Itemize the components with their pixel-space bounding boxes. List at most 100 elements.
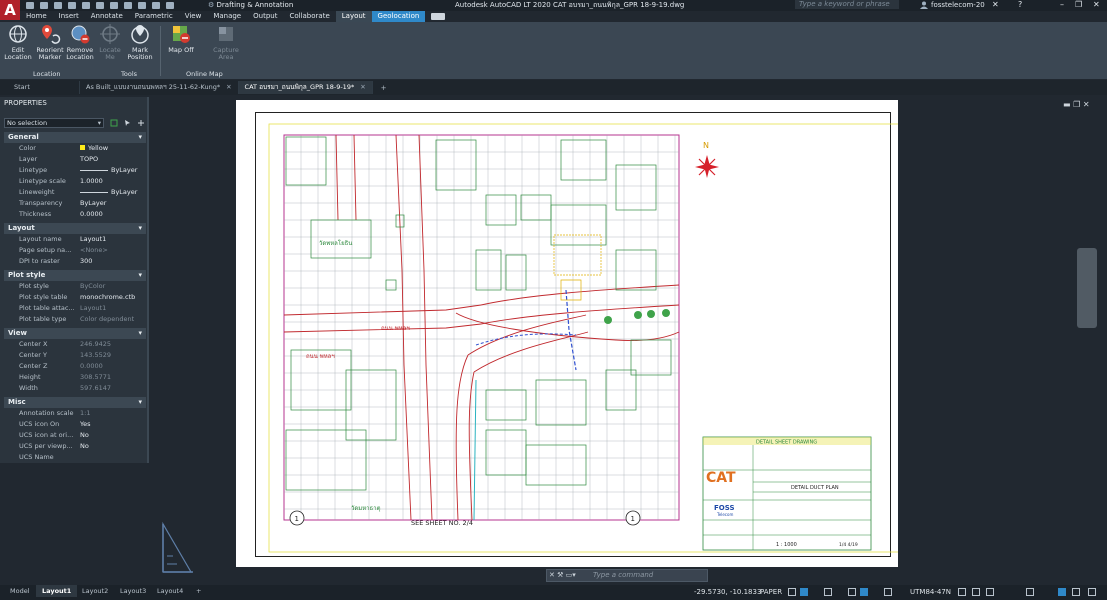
autocad-logo[interactable]: A (0, 0, 20, 20)
layout-tab-model[interactable]: Model (4, 585, 36, 597)
prop-row[interactable]: Linetype ByLayer (4, 165, 146, 176)
viewport-controls[interactable]: ▬ ❐ ✕ (1063, 100, 1090, 109)
prop-row[interactable]: DPI to raster 300 (4, 256, 146, 267)
grid-icon[interactable] (788, 588, 796, 596)
ortho-icon[interactable] (824, 588, 832, 596)
prop-row[interactable]: Center Z 0.0000 (4, 361, 146, 372)
isolate-icon[interactable] (1026, 588, 1034, 596)
prop-row[interactable]: Plot table attac... Layout1 (4, 303, 146, 314)
lineweight-icon[interactable] (884, 588, 892, 596)
snap-icon[interactable] (800, 588, 808, 596)
prop-row[interactable]: Height 308.5771 (4, 372, 146, 383)
ribbon-toggle-icon[interactable] (431, 13, 446, 20)
prop-row[interactable]: Center X 246.9425 (4, 339, 146, 350)
select-objects-icon[interactable] (124, 119, 132, 127)
layer-icon[interactable] (166, 1, 174, 9)
tab-annotate[interactable]: Annotate (85, 11, 129, 22)
section-misc[interactable]: Misc (4, 397, 146, 408)
layout-tab-layout1[interactable]: Layout1 (36, 585, 78, 597)
tab-manage[interactable]: Manage (207, 11, 247, 22)
prop-row[interactable]: Plot style table monochrome.ctb (4, 292, 146, 303)
add-layout-icon[interactable]: + (190, 585, 207, 597)
close-tab-icon[interactable]: ✕ (226, 83, 231, 91)
prop-row[interactable]: Layer TOPO (4, 154, 146, 165)
tab-parametric[interactable]: Parametric (129, 11, 179, 22)
file-tab-asbuilt[interactable]: As Built_แบบงานถนนพหลฯ 25-11-62-Kung* ✕ (80, 81, 239, 94)
paper-space-toggle[interactable]: PAPER (760, 585, 782, 599)
capture-area-button[interactable]: Capture Area (209, 23, 243, 61)
clean-screen-icon[interactable] (1072, 588, 1080, 596)
new-icon[interactable] (26, 1, 34, 9)
prop-row[interactable]: UCS icon On Yes (4, 419, 146, 430)
redo-icon[interactable] (138, 1, 146, 9)
print-icon[interactable] (110, 1, 118, 9)
undo-icon[interactable] (124, 1, 132, 9)
remove-location-button[interactable]: Remove Location (63, 23, 97, 61)
save-icon[interactable] (54, 1, 62, 9)
prop-row[interactable]: UCS per viewp... No (4, 441, 146, 452)
prop-row[interactable]: UCS icon at ori... No (4, 430, 146, 441)
locate-me-button[interactable]: Locate Me (93, 23, 127, 61)
toggle-pickadd-icon[interactable] (110, 119, 118, 127)
search-input[interactable]: Type a keyword or phrase (795, 0, 899, 9)
tab-insert[interactable]: Insert (53, 11, 85, 22)
customize-icon[interactable] (1088, 588, 1096, 596)
settings-icon[interactable] (986, 588, 994, 596)
map-off-button[interactable]: Map Off (164, 23, 198, 54)
section-view[interactable]: View (4, 328, 146, 339)
tab-view[interactable]: View (179, 11, 208, 22)
layout-tab-layout2[interactable]: Layout2 (76, 585, 114, 597)
section-plot-style[interactable]: Plot style (4, 270, 146, 281)
prop-row[interactable]: Thickness 0.0000 (4, 209, 146, 220)
close-icon[interactable]: ✕ (1093, 0, 1100, 10)
open-icon[interactable] (40, 1, 48, 9)
file-tab-cat[interactable]: CAT อบรมา_ถนนพิกุล_GPR 18-9-19* ✕ (238, 81, 373, 94)
command-icons[interactable]: ✕ ⚒ ▭▾ (549, 571, 576, 579)
user-name[interactable]: fosstelecom-20 (931, 0, 985, 10)
reorient-marker-button[interactable]: Reorient Marker (33, 23, 67, 61)
prop-row[interactable]: Transparency ByLayer (4, 198, 146, 209)
polar-icon[interactable] (848, 588, 856, 596)
exchange-icon[interactable]: ✕ (992, 0, 999, 10)
annotation-icon[interactable] (958, 588, 966, 596)
map-drawing[interactable]: วัดพหลโยธิน ถนน พหลฯ ถนน พหลฯ วัดมหาธาตุ… (236, 100, 898, 567)
prop-row[interactable]: Layout name Layout1 (4, 234, 146, 245)
close-tab-icon[interactable]: ✕ (360, 83, 365, 91)
osnap-icon[interactable] (860, 588, 868, 596)
prop-row[interactable]: Color Yellow (4, 143, 146, 154)
prop-row[interactable]: Plot style ByColor (4, 281, 146, 292)
coordinate-system[interactable]: UTM84-47N (910, 585, 951, 599)
prop-row[interactable]: UCS Name (4, 452, 146, 463)
web-icon[interactable] (82, 1, 90, 9)
section-general[interactable]: General (4, 132, 146, 143)
prop-row[interactable]: Width 597.6147 (4, 383, 146, 394)
tab-geolocation[interactable]: Geolocation (371, 11, 426, 22)
hardware-accel-icon[interactable] (1058, 588, 1066, 596)
edit-location-button[interactable]: Edit Location (1, 23, 35, 61)
help-icon[interactable]: ? (1018, 0, 1022, 10)
minimize-icon[interactable]: – (1060, 0, 1064, 10)
mark-position-button[interactable]: Mark Position (123, 23, 157, 61)
section-layout[interactable]: Layout (4, 223, 146, 234)
share-icon[interactable] (152, 1, 160, 9)
tab-output[interactable]: Output (247, 11, 283, 22)
prop-row[interactable]: Annotation scale 1:1 (4, 408, 146, 419)
layout-tab-layout3[interactable]: Layout3 (114, 585, 152, 597)
new-tab-icon[interactable]: + (373, 84, 395, 92)
workspace-icon[interactable] (972, 588, 980, 596)
saveas-icon[interactable] (68, 1, 76, 9)
navigation-bar[interactable] (1077, 248, 1097, 328)
selection-dropdown[interactable]: No selection (4, 118, 104, 128)
prop-row[interactable]: Plot table type Color dependent (4, 314, 146, 325)
prop-row[interactable]: Page setup na... <None> (4, 245, 146, 256)
restore-icon[interactable]: ❐ (1075, 0, 1082, 10)
properties-scrollbar[interactable] (147, 97, 149, 463)
prop-row[interactable]: Linetype scale 1.0000 (4, 176, 146, 187)
prop-row[interactable]: Center Y 143.5529 (4, 350, 146, 361)
file-tab-start[interactable]: Start (0, 81, 80, 94)
workspace-selector[interactable]: Drafting & Annotation (208, 0, 294, 10)
tab-collaborate[interactable]: Collaborate (283, 11, 335, 22)
layout-tab-layout4[interactable]: Layout4 (151, 585, 189, 597)
tab-home[interactable]: Home (20, 11, 53, 22)
tab-layout[interactable]: Layout (335, 11, 372, 22)
